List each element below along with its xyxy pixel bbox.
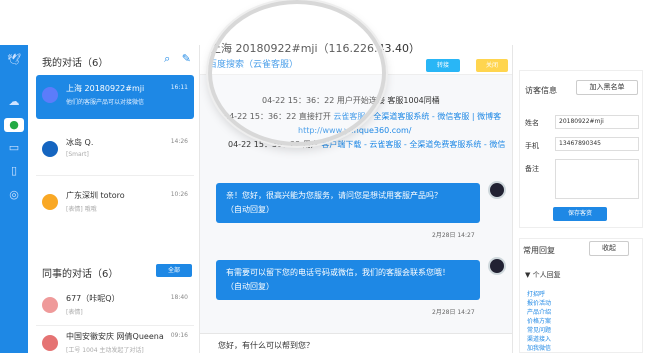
- quick-reply-item[interactable]: 产品介绍: [527, 307, 551, 316]
- conversation-preview: [表情]: [66, 309, 83, 316]
- conversation-name: 中国安徽安庆 网倩Queena: [66, 332, 164, 341]
- logo-bird-icon[interactable]: 🕊: [6, 53, 22, 67]
- conversation-time: 09:16: [170, 332, 188, 339]
- conversation-time: 18:40: [170, 294, 188, 301]
- system-log-line: 04-22 15：36：22 用户 客户端下载 - 云雀客服 - 全渠道免费客服…: [228, 140, 506, 149]
- note-field[interactable]: [555, 159, 639, 199]
- blacklist-button[interactable]: 加入黑名单: [576, 80, 638, 95]
- message-icon[interactable]: ▭: [6, 141, 22, 155]
- conversation-time: 10:26: [170, 191, 188, 198]
- save-info-button[interactable]: 保存客资: [553, 207, 607, 221]
- quick-reply-item[interactable]: 加我微信: [527, 343, 551, 352]
- my-conversations-header: 我的对话（6）: [42, 58, 109, 69]
- search-icon[interactable]: ⌕: [164, 52, 170, 65]
- quick-replies-header: 常用回复: [523, 246, 555, 255]
- conversation-time: 14:26: [170, 138, 188, 145]
- visitor-source[interactable]: 百度搜索（云雀客服）: [208, 57, 298, 70]
- system-log-line: 04-22 15：36：22 用户开始连接 客服1004同桶: [262, 96, 440, 105]
- avatar: [42, 194, 58, 210]
- visitor-info-panel: 访客信息 加入黑名单 姓名 20180922#mji 手机 1346789034…: [512, 45, 647, 353]
- agent-avatar: [488, 257, 506, 275]
- phone-field[interactable]: 13467890345: [555, 137, 639, 151]
- chat-title: 上海 20180922#mji（116.226.43.40）: [210, 42, 421, 55]
- compass-icon[interactable]: ◎: [6, 188, 22, 202]
- message-time: 2月28日 14:27: [432, 309, 475, 316]
- agent-message: 亲！您好，很高兴能为您服务，请问您是想试用客服产品吗？ （自动回复）: [216, 183, 480, 223]
- conversation-preview: [表情] 哦哦: [66, 206, 97, 213]
- chat-panel: 上海 20180922#mji（116.226.43.40） 百度搜索（云雀客服…: [200, 42, 512, 353]
- quick-reply-item[interactable]: 报价活动: [527, 298, 551, 307]
- collapse-button[interactable]: 收起: [589, 241, 629, 256]
- avatar: [42, 297, 58, 313]
- conversation-name: 上海 20180922#mji: [66, 84, 145, 93]
- visited-page-link[interactable]: 客户端下载 - 云雀客服 - 全渠道免费客服系统 - 微信: [321, 140, 505, 149]
- conversation-name: 冰岛 Q.: [66, 138, 94, 147]
- avatar: [42, 141, 58, 157]
- conversation-list: 我的对话（6） ⌕ ✎ 上海 20180922#mji 他们的客服产品可以对接微…: [28, 45, 200, 353]
- avatar: [42, 335, 58, 351]
- auto-reply-tag: （自动回复）: [226, 282, 274, 291]
- edit-icon[interactable]: ✎: [182, 52, 191, 65]
- agent-message: 有需要可以留下您的电话号码或微信，我们的客服会联系您哦！ （自动回复）: [216, 260, 480, 300]
- note-label: 备注: [525, 165, 539, 173]
- conversation-preview: 他们的客服产品可以对接微信: [66, 99, 145, 106]
- wechat-icon[interactable]: ●: [4, 118, 24, 132]
- conversation-item[interactable]: 上海 20180922#mji 他们的客服产品可以对接微信 16:11: [36, 75, 194, 119]
- conversation-item[interactable]: 广东深圳 totoro [表情] 哦哦 10:26: [36, 182, 194, 226]
- visited-url-link[interactable]: http://www.yunque360.com/: [298, 126, 411, 135]
- reply-group-personal[interactable]: ▼ 个人回复: [525, 270, 561, 280]
- conversation-name: 广东深圳 totoro: [66, 191, 125, 200]
- system-log-line: 04-22 15：36：22 直接打开 云雀客服 - 全渠道客服系统 - 微信客…: [224, 112, 502, 121]
- close-chat-button[interactable]: 关闭: [476, 59, 508, 72]
- system-log-line: http://www.yunque360.com/: [298, 126, 411, 135]
- agent-avatar: [488, 181, 506, 199]
- message-input[interactable]: 您好，有什么可以帮到您？: [200, 333, 512, 353]
- conversation-name: 677（咔呢Q）: [66, 294, 120, 303]
- conversation-time: 16:11: [170, 84, 188, 91]
- phone-label: 手机: [525, 142, 539, 150]
- transfer-button[interactable]: 转接: [426, 59, 460, 72]
- quick-reply-item[interactable]: 常见问题: [527, 325, 551, 334]
- name-field[interactable]: 20180922#mji: [555, 115, 639, 129]
- colleague-conversation-item[interactable]: 中国安徽安庆 网倩Queena [工号 1004 主动发起了对话] 09:16: [36, 323, 194, 353]
- all-button[interactable]: 全部: [156, 264, 192, 277]
- colleague-conversations-header: 同事的对话（6）: [42, 269, 119, 280]
- message-text: 有需要可以留下您的电话号码或微信，我们的客服会联系您哦！: [226, 268, 450, 277]
- divider: [36, 175, 194, 176]
- visitor-info-header: 访客信息: [525, 86, 557, 95]
- message-text: 亲！您好，很高兴能为您服务，请问您是想试用客服产品吗？: [226, 191, 442, 200]
- chat-header: 上海 20180922#mji（116.226.43.40） 百度搜索（云雀客服…: [200, 42, 512, 75]
- conversation-preview: [工号 1004 主动发起了对话]: [66, 347, 144, 353]
- name-label: 姓名: [525, 119, 539, 127]
- quick-reply-item[interactable]: 价格方案: [527, 316, 551, 325]
- message-time: 2月28日 14:27: [432, 232, 475, 239]
- conversation-preview: [Smart]: [66, 151, 89, 158]
- conversation-item[interactable]: 冰岛 Q. [Smart] 14:26: [36, 129, 194, 173]
- visitor-icon[interactable]: ☁: [6, 95, 22, 109]
- quick-reply-item[interactable]: 渠道接入: [527, 334, 551, 343]
- mobile-icon[interactable]: ▯: [6, 164, 22, 178]
- quick-reply-item[interactable]: 打招呼: [527, 289, 545, 298]
- avatar: [42, 87, 58, 103]
- auto-reply-tag: （自动回复）: [226, 205, 274, 214]
- nav-rail: 🕊 ☁ ● ▭ ▯ ◎: [0, 45, 28, 353]
- visited-page-link[interactable]: 云雀客服 - 全渠道客服系统 - 微信客服 | 微博客: [333, 112, 501, 121]
